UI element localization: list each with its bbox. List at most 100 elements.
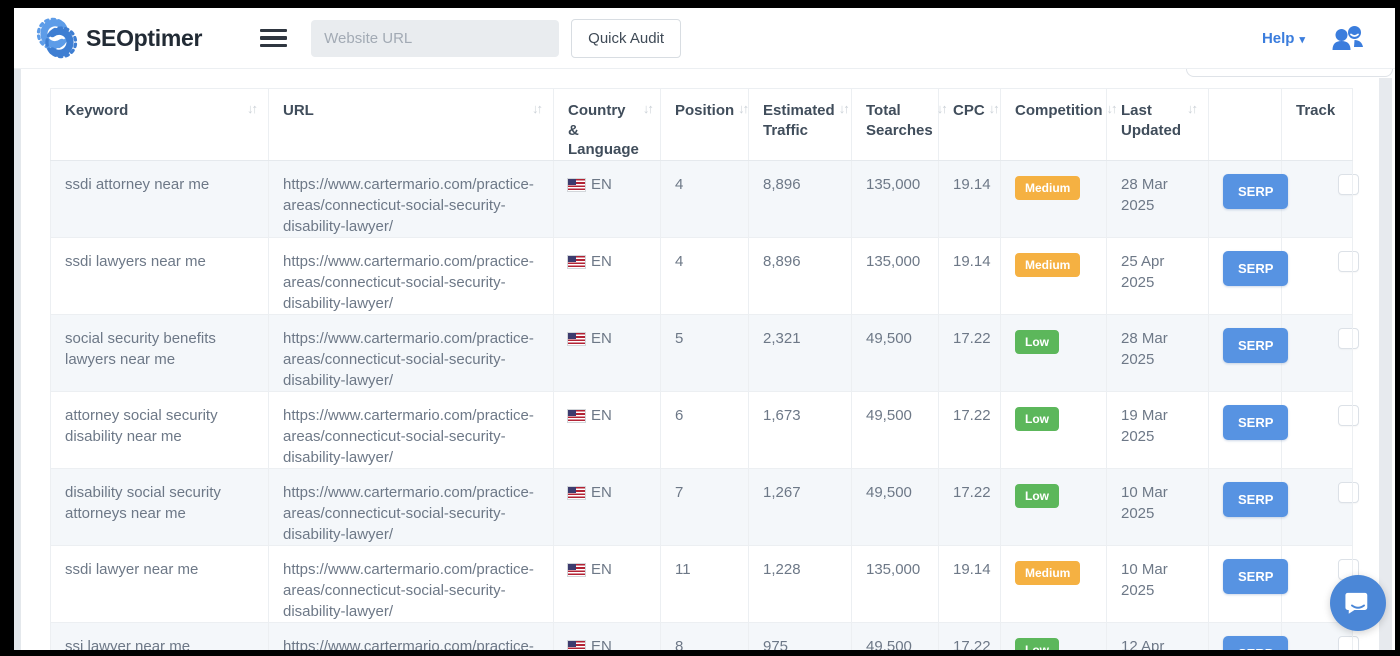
track-checkbox[interactable] xyxy=(1338,328,1359,349)
sort-icon[interactable]: ↓↑ xyxy=(1107,101,1118,118)
position-cell: 11 xyxy=(661,545,749,622)
table-row: social security benefits lawyers near me… xyxy=(51,314,1353,391)
competition-cell: Low xyxy=(1001,391,1107,468)
serp-cell: SERP xyxy=(1209,237,1282,314)
estimated-traffic-cell: 2,321 xyxy=(749,314,852,391)
serp-cell: SERP xyxy=(1209,160,1282,237)
sort-icon[interactable]: ↓↑ xyxy=(532,101,543,118)
sort-icon[interactable]: ↓↑ xyxy=(989,101,1000,118)
sort-icon[interactable]: ↓↑ xyxy=(839,101,850,118)
keyword-table-container: Keyword ↓↑ URL ↓↑ Country & Language ↓↑ … xyxy=(50,88,1352,650)
serp-button[interactable]: SERP xyxy=(1223,559,1288,594)
chat-messenger-button[interactable] xyxy=(1330,575,1386,631)
url-cell: https://www.cartermario.com/practice-are… xyxy=(269,468,554,545)
total-searches-cell: 49,500 xyxy=(852,314,939,391)
serp-cell: SERP xyxy=(1209,545,1282,622)
sort-icon[interactable]: ↓↑ xyxy=(1187,101,1198,118)
last-updated-cell: 25 Apr 2025 xyxy=(1107,237,1209,314)
competition-cell: Low xyxy=(1001,314,1107,391)
sort-icon[interactable]: ↓↑ xyxy=(937,101,948,118)
total-searches-cell: 135,000 xyxy=(852,545,939,622)
serp-button[interactable]: SERP xyxy=(1223,251,1288,286)
table-row: ssdi attorney near me https://www.carter… xyxy=(51,160,1353,237)
track-cell xyxy=(1282,237,1353,314)
quick-audit-button[interactable]: Quick Audit xyxy=(571,19,681,58)
sort-icon[interactable]: ↓↑ xyxy=(247,101,258,118)
column-header[interactable]: CPC ↓↑ xyxy=(939,89,1001,161)
column-header[interactable]: Country & Language ↓↑ xyxy=(554,89,661,161)
column-header[interactable]: Total Searches ↓↑ xyxy=(852,89,939,161)
serp-button[interactable]: SERP xyxy=(1223,174,1288,209)
hamburger-menu-icon[interactable] xyxy=(260,29,287,47)
us-flag-icon xyxy=(568,333,585,345)
position-cell: 5 xyxy=(661,314,749,391)
scrollbar-track[interactable] xyxy=(1379,78,1392,650)
column-header[interactable]: Competition ↓↑ xyxy=(1001,89,1107,161)
country-language-cell: EN xyxy=(554,468,661,545)
support-users-icon[interactable] xyxy=(1331,24,1365,52)
last-updated-cell: 10 Mar 2025 xyxy=(1107,545,1209,622)
column-header[interactable]: Last Updated ↓↑ xyxy=(1107,89,1209,161)
cpc-cell: 19.14 xyxy=(939,160,1001,237)
serp-cell: SERP xyxy=(1209,391,1282,468)
cpc-cell: 19.14 xyxy=(939,545,1001,622)
estimated-traffic-cell: 975 xyxy=(749,622,852,650)
help-label: Help xyxy=(1262,30,1295,47)
chat-bubble-icon xyxy=(1345,590,1371,616)
competition-cell: Medium xyxy=(1001,545,1107,622)
competition-badge: Medium xyxy=(1015,176,1080,201)
competition-cell: Low xyxy=(1001,468,1107,545)
table-header-row: Keyword ↓↑ URL ↓↑ Country & Language ↓↑ … xyxy=(51,89,1353,161)
estimated-traffic-cell: 1,673 xyxy=(749,391,852,468)
url-cell: https://www.cartermario.com/practice-are… xyxy=(269,391,554,468)
track-checkbox[interactable] xyxy=(1338,405,1359,426)
keyword-cell: attorney social security disability near… xyxy=(51,391,269,468)
country-language-cell: EN xyxy=(554,622,661,650)
column-header[interactable]: URL ↓↑ xyxy=(269,89,554,161)
us-flag-icon xyxy=(568,256,585,268)
track-checkbox[interactable] xyxy=(1338,482,1359,503)
estimated-traffic-cell: 8,896 xyxy=(749,237,852,314)
keyword-cell: ssdi attorney near me xyxy=(51,160,269,237)
competition-cell: Low xyxy=(1001,622,1107,650)
serp-button[interactable]: SERP xyxy=(1223,405,1288,440)
us-flag-icon xyxy=(568,487,585,499)
sort-icon[interactable]: ↓↑ xyxy=(738,101,749,118)
country-language-cell: EN xyxy=(554,545,661,622)
us-flag-icon xyxy=(568,410,585,422)
track-checkbox[interactable] xyxy=(1338,174,1359,195)
column-header[interactable]: Keyword ↓↑ xyxy=(51,89,269,161)
keyword-cell: ssdi lawyer near me xyxy=(51,545,269,622)
serp-button[interactable]: SERP xyxy=(1223,328,1288,363)
cpc-cell: 17.22 xyxy=(939,468,1001,545)
country-language-cell: EN xyxy=(554,391,661,468)
url-cell: https://www.cartermario.com/practice-are… xyxy=(269,622,554,650)
website-url-input[interactable] xyxy=(311,20,559,57)
column-header[interactable]: Position ↓↑ xyxy=(661,89,749,161)
serp-button[interactable]: SERP xyxy=(1223,482,1288,517)
keyword-cell: ssi lawyer near me xyxy=(51,622,269,650)
estimated-traffic-cell: 8,896 xyxy=(749,160,852,237)
serp-cell: SERP xyxy=(1209,622,1282,650)
column-header: Track xyxy=(1282,89,1353,161)
seoptimer-gear-icon xyxy=(36,17,78,59)
url-cell: https://www.cartermario.com/practice-are… xyxy=(269,545,554,622)
chevron-down-icon: ▾ xyxy=(1299,33,1305,46)
competition-badge: Medium xyxy=(1015,253,1080,278)
column-header[interactable]: Estimated Traffic ↓↑ xyxy=(749,89,852,161)
serp-button[interactable]: SERP xyxy=(1223,636,1288,651)
seoptimer-logo[interactable]: SEOptimer xyxy=(36,17,202,59)
help-dropdown[interactable]: Help ▾ xyxy=(1262,30,1305,47)
track-checkbox[interactable] xyxy=(1338,251,1359,272)
track-checkbox[interactable] xyxy=(1338,636,1359,651)
page-left-edge xyxy=(14,68,21,650)
track-cell xyxy=(1282,468,1353,545)
competition-cell: Medium xyxy=(1001,237,1107,314)
keyword-cell: ssdi lawyers near me xyxy=(51,237,269,314)
cpc-cell: 19.14 xyxy=(939,237,1001,314)
serp-cell: SERP xyxy=(1209,468,1282,545)
us-flag-icon xyxy=(568,641,585,650)
track-cell xyxy=(1282,160,1353,237)
cpc-cell: 17.22 xyxy=(939,314,1001,391)
sort-icon[interactable]: ↓↑ xyxy=(643,101,654,118)
